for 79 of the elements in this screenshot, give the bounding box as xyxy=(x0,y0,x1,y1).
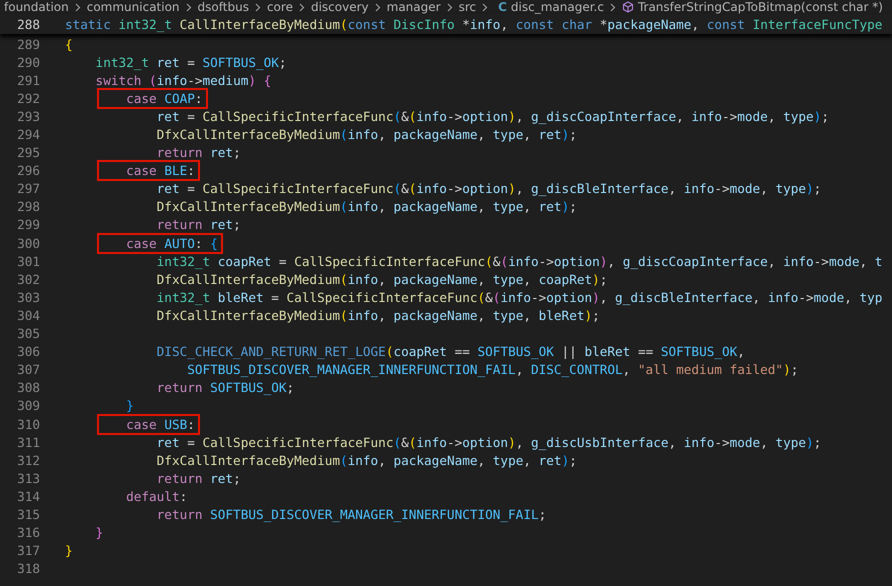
file-type-icon: C xyxy=(498,0,507,14)
code-line: case COAP: xyxy=(125,90,203,106)
code-line: case BLE: xyxy=(125,163,195,178)
code-line: return ret; xyxy=(156,470,241,486)
code-line: DfxCallInterfaceByMedium(info, packageName, type, ret); xyxy=(156,452,577,468)
line-number: 308 xyxy=(16,380,41,396)
line-number: 300 xyxy=(16,236,41,251)
line-number: 318 xyxy=(16,561,41,576)
chevron-icon xyxy=(610,2,616,12)
line-number: 313 xyxy=(16,470,41,486)
line-number: 296 xyxy=(16,163,41,178)
line-number: 311 xyxy=(16,434,41,450)
code-line: default: xyxy=(125,488,188,504)
line-number: 303 xyxy=(16,290,41,305)
code-line: } xyxy=(125,398,134,414)
line-number: 305 xyxy=(16,326,41,342)
code-line: case AUTO: { xyxy=(125,236,218,251)
chevron-icon xyxy=(374,2,381,12)
line-number: 310 xyxy=(16,416,41,432)
code-line: DISC_CHECK_AND_RETURN_RET_LOGE(coapRet == SOFTBUS_OK || bleRet == SOFTBUS_OK, xyxy=(156,344,745,360)
line-number: 315 xyxy=(16,506,41,522)
line-number: 295 xyxy=(16,145,41,160)
line-number: 288 xyxy=(16,16,41,32)
line-number: 298 xyxy=(16,199,41,214)
code-line: static int32_t CallInterfaceByMedium(const DiscInfo *info, const char *packageName, const InterfaceFuncType xyxy=(65,16,882,32)
line-number: 307 xyxy=(16,362,41,378)
chevron-icon xyxy=(298,2,305,12)
breadcrumb-item[interactable]: core xyxy=(266,0,293,14)
code-line: ret = CallSpecificInterfaceFunc(&(info->option), g_discUsbInterface, info->mode, type); xyxy=(156,434,822,450)
breadcrumb-item[interactable]: dsoftbus xyxy=(198,0,249,14)
line-number: 290 xyxy=(16,54,41,70)
line-number: 299 xyxy=(16,217,41,232)
breadcrumb-item[interactable]: disc_manager.c xyxy=(510,0,604,14)
line-number: 294 xyxy=(16,127,41,142)
code-line: ret = CallSpecificInterfaceFunc(&(info->option), g_discBleInterface, info->mode, type); xyxy=(156,181,822,196)
line-number: 301 xyxy=(16,254,41,269)
line-number: 302 xyxy=(16,272,41,287)
breadcrumb-item[interactable]: manager xyxy=(386,0,441,14)
line-number: 312 xyxy=(16,452,41,468)
chevron-icon xyxy=(254,2,261,12)
line-number: 314 xyxy=(16,488,41,504)
line-number: 289 xyxy=(16,36,41,52)
code-line: SOFTBUS_DISCOVER_MANAGER_INNERFUNCTION_FAIL, DISC_CONTROL, "all medium failed"); xyxy=(186,362,798,378)
code-line: return ret; xyxy=(156,145,241,160)
code-line: ret = CallSpecificInterfaceFunc(&(info->option), g_discCoapInterface, info->mode, type); xyxy=(156,108,829,124)
cube-icon xyxy=(622,1,634,13)
code-line: } xyxy=(94,525,104,540)
code-line: switch (info->medium) { xyxy=(94,72,272,88)
code-line: } xyxy=(65,543,73,558)
code-line: return SOFTBUS_DISCOVER_MANAGER_INNERFUNCTION_FAIL; xyxy=(156,506,546,522)
chevron-icon xyxy=(446,2,453,12)
code-line: int32_t ret = SOFTBUS_OK; xyxy=(94,54,287,70)
breadcrumb-item[interactable]: src xyxy=(458,0,476,14)
breadcrumb-item[interactable]: foundation xyxy=(4,0,69,14)
code-line: case USB: xyxy=(125,416,195,432)
chevron-icon xyxy=(74,2,81,12)
code-line: DfxCallInterfaceByMedium(info, packageName, type, ret); xyxy=(156,127,577,142)
breadcrumb-item[interactable]: TransferStringCapToBitmap(const char *) xyxy=(638,0,883,14)
code-line: { xyxy=(65,36,73,52)
line-number: 292 xyxy=(16,90,41,106)
code-line: int32_t coapRet = CallSpecificInterfaceFunc(&(info->option), g_discCoapInterface, info->mode, t xyxy=(156,254,882,269)
line-number: 293 xyxy=(16,108,41,124)
code-line: int32_t bleRet = CallSpecificInterfaceFunc(&(info->option), g_discBleInterface, info->mode, typ xyxy=(156,290,882,305)
code-line: DfxCallInterfaceByMedium(info, packageName, type, bleRet); xyxy=(156,308,600,323)
chevron-icon xyxy=(482,2,488,12)
breadcrumb-item[interactable]: communication xyxy=(86,0,180,14)
line-number: 309 xyxy=(16,398,41,414)
chevron-icon xyxy=(186,2,192,12)
code-line: return SOFTBUS_OK; xyxy=(156,380,294,396)
code-line: return ret; xyxy=(156,217,241,232)
code-line: DfxCallInterfaceByMedium(info, packageName, type, ret); xyxy=(156,199,577,214)
line-number: 291 xyxy=(16,72,41,88)
line-number: 306 xyxy=(16,344,41,360)
line-number: 297 xyxy=(16,181,41,196)
line-number: 317 xyxy=(16,543,41,558)
line-number: 316 xyxy=(16,525,41,540)
breadcrumb-item[interactable]: discovery xyxy=(310,0,369,14)
line-number: 304 xyxy=(16,308,41,323)
code-line: DfxCallInterfaceByMedium(info, packageName, type, coapRet); xyxy=(156,272,608,287)
